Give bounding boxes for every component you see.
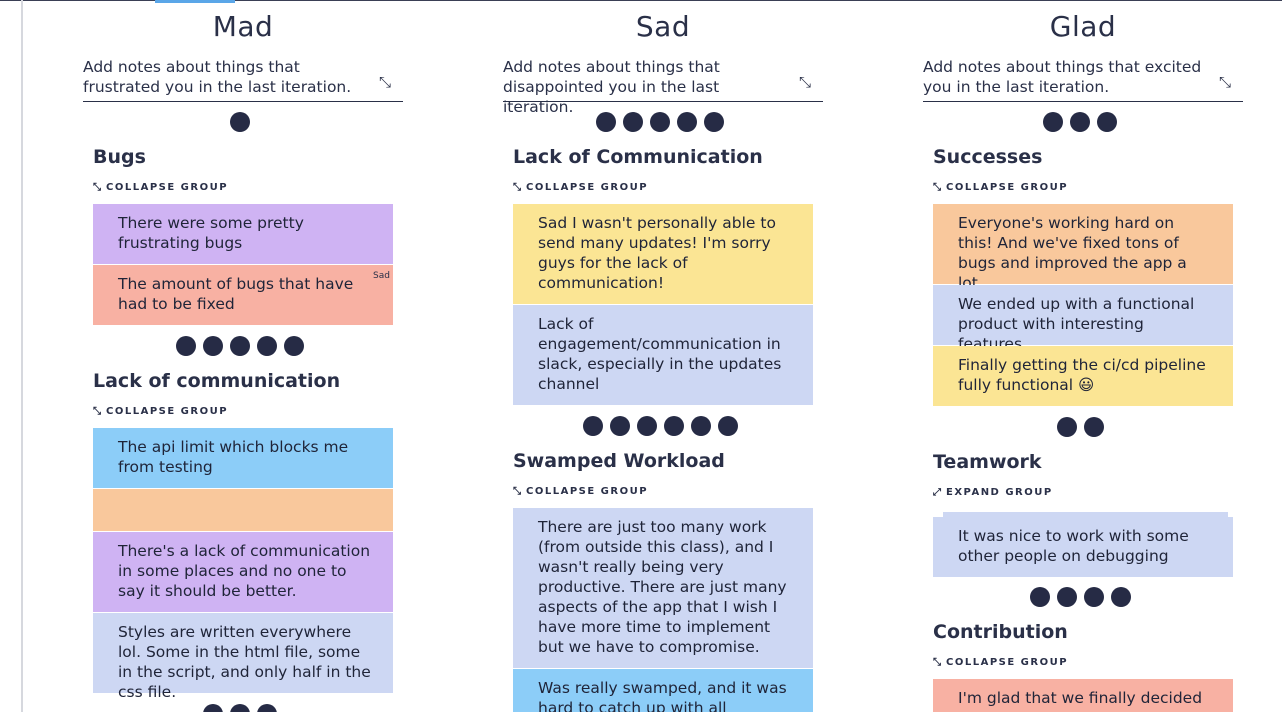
group-title[interactable]: Swamped Workload bbox=[513, 450, 725, 472]
vote-dot bbox=[1097, 112, 1117, 132]
collapse-icon: ⤡ bbox=[93, 406, 101, 417]
vote-dot bbox=[284, 336, 304, 356]
toggle-label: EXPAND GROUP bbox=[946, 487, 1053, 498]
vote-dot bbox=[230, 704, 250, 712]
note-card[interactable]: There are just too many work (from outsi… bbox=[513, 508, 813, 668]
vote-dot bbox=[650, 112, 670, 132]
column-sad: Sad Add notes about things that disappoi… bbox=[503, 0, 843, 712]
group-title[interactable]: Contribution bbox=[933, 621, 1068, 643]
note-card[interactable]: It was nice to work with some other peop… bbox=[933, 517, 1233, 577]
vote-dot bbox=[717, 416, 738, 436]
vote-dot bbox=[230, 336, 250, 356]
collapse-group-button[interactable]: ⤡ COLLAPSE GROUP bbox=[933, 182, 1068, 193]
left-sidebar-edge bbox=[21, 0, 23, 712]
group-title[interactable]: Lack of Communication bbox=[513, 146, 763, 168]
collapse-all-icon[interactable]: ⤡ bbox=[1219, 73, 1231, 91]
note-card[interactable]: I'm glad that we finally decided to bbox=[933, 679, 1233, 712]
vote-dot bbox=[1029, 587, 1050, 607]
vote-dot bbox=[677, 112, 697, 132]
vote-dot bbox=[1056, 417, 1077, 437]
note-card[interactable]: There's a lack of communication in some … bbox=[93, 532, 393, 612]
group-title[interactable]: Teamwork bbox=[933, 451, 1042, 473]
toggle-label: COLLAPSE GROUP bbox=[526, 182, 649, 193]
vote-dot bbox=[690, 416, 711, 436]
vote-dot bbox=[704, 112, 724, 132]
vote-dot bbox=[1110, 587, 1131, 607]
column-glad: Glad Add notes about things that excited… bbox=[923, 0, 1263, 712]
toggle-label: COLLAPSE GROUP bbox=[946, 182, 1069, 193]
vote-dots bbox=[503, 112, 817, 132]
collapse-icon: ⤡ bbox=[933, 182, 941, 193]
vote-dots bbox=[83, 336, 397, 356]
toggle-label: COLLAPSE GROUP bbox=[106, 182, 229, 193]
vote-dot bbox=[1043, 112, 1063, 132]
vote-dot bbox=[203, 336, 223, 356]
column-title: Glad bbox=[1049, 10, 1117, 43]
collapse-group-button[interactable]: ⤡ COLLAPSE GROUP bbox=[93, 406, 228, 417]
column-title: Mad bbox=[212, 10, 274, 43]
vote-dots bbox=[923, 112, 1237, 132]
vote-dot bbox=[257, 704, 277, 712]
vote-dot bbox=[1083, 417, 1104, 437]
collapse-all-icon[interactable]: ⤡ bbox=[799, 73, 811, 91]
note-card[interactable]: Lack of engagement/communication in slac… bbox=[513, 305, 813, 405]
collapse-group-button[interactable]: ⤡ COLLAPSE GROUP bbox=[933, 657, 1068, 668]
toggle-label: COLLAPSE GROUP bbox=[526, 486, 649, 497]
column-description-input[interactable]: Add notes about things that disappointed… bbox=[503, 57, 823, 116]
group-title[interactable]: Bugs bbox=[93, 146, 146, 168]
vote-dot bbox=[609, 416, 630, 436]
vote-dot bbox=[582, 416, 603, 436]
note-card[interactable]: Sad I wasn't personally able to send man… bbox=[513, 204, 813, 304]
vote-dot bbox=[203, 704, 223, 712]
vote-dot bbox=[623, 112, 643, 132]
toggle-label: COLLAPSE GROUP bbox=[106, 406, 229, 417]
note-card[interactable]: The amount of bugs that have had to be f… bbox=[93, 265, 393, 325]
column-mad: Mad Add notes about things that frustrat… bbox=[83, 0, 423, 712]
group-title[interactable]: Successes bbox=[933, 146, 1042, 168]
column-title: Sad bbox=[635, 10, 691, 43]
collapse-icon: ⤡ bbox=[513, 182, 521, 193]
collapse-icon: ⤡ bbox=[513, 486, 521, 497]
note-card[interactable] bbox=[93, 489, 393, 531]
vote-dot bbox=[636, 416, 657, 436]
vote-dots bbox=[923, 587, 1237, 607]
expand-group-button[interactable]: ⤢ EXPAND GROUP bbox=[933, 487, 1053, 498]
toggle-label: COLLAPSE GROUP bbox=[946, 657, 1069, 668]
column-description-input[interactable]: Add notes about things that frustrated y… bbox=[83, 57, 403, 102]
collapse-icon: ⤡ bbox=[93, 182, 101, 193]
note-card[interactable]: The api limit which blocks me from testi… bbox=[93, 428, 393, 488]
vote-dot bbox=[596, 112, 616, 132]
vote-dot bbox=[257, 336, 277, 356]
note-card[interactable]: We ended up with a functional product wi… bbox=[933, 285, 1233, 353]
collapse-group-button[interactable]: ⤡ COLLAPSE GROUP bbox=[513, 486, 648, 497]
vote-dot bbox=[1070, 112, 1090, 132]
vote-dot bbox=[176, 336, 196, 356]
vote-dot bbox=[663, 416, 684, 436]
collapse-group-button[interactable]: ⤡ COLLAPSE GROUP bbox=[513, 182, 648, 193]
group-title[interactable]: Lack of communication bbox=[93, 370, 340, 392]
collapse-icon: ⤡ bbox=[933, 657, 941, 668]
note-card[interactable]: Was really swamped, and it was hard to c… bbox=[513, 669, 813, 712]
vote-dot bbox=[1056, 587, 1077, 607]
vote-dot bbox=[230, 112, 250, 132]
vote-dots bbox=[83, 704, 397, 712]
vote-dots bbox=[83, 112, 397, 132]
expand-icon: ⤢ bbox=[933, 487, 941, 498]
column-description-input[interactable]: Add notes about things that excited you … bbox=[923, 57, 1243, 102]
note-card[interactable]: Finally getting the ci/cd pipeline fully… bbox=[933, 346, 1233, 406]
vote-dots bbox=[923, 417, 1237, 437]
note-text: The amount of bugs that have had to be f… bbox=[118, 275, 354, 313]
vote-dots bbox=[503, 416, 817, 436]
note-card[interactable]: Styles are written everywhere lol. Some … bbox=[93, 613, 393, 701]
origin-tag: Sad bbox=[373, 271, 390, 281]
note-card[interactable]: There were some pretty frustrating bugs bbox=[93, 204, 393, 264]
note-card[interactable]: Everyone's working hard on this! And we'… bbox=[933, 204, 1233, 292]
vote-dot bbox=[1083, 587, 1104, 607]
collapse-group-button[interactable]: ⤡ COLLAPSE GROUP bbox=[93, 182, 228, 193]
collapse-all-icon[interactable]: ⤡ bbox=[379, 73, 391, 91]
